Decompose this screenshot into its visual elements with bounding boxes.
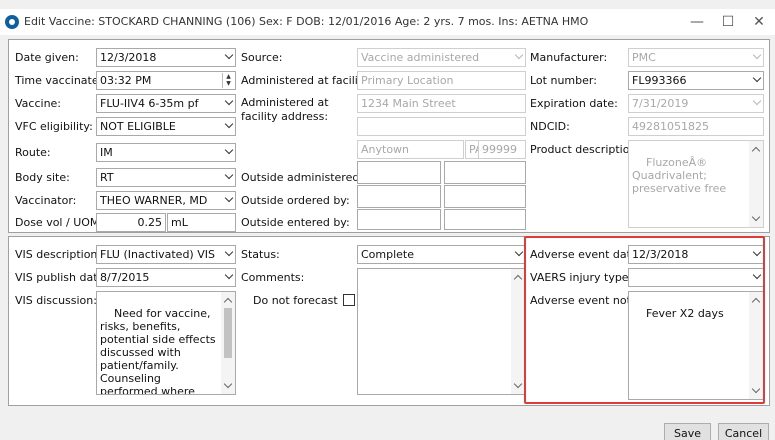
vis-description-dropdown[interactable]: FLU (Inactivated) VIS xyxy=(96,245,236,264)
close-button[interactable]: ✕ xyxy=(745,12,773,32)
source-dropdown[interactable]: Vaccine administered xyxy=(357,48,526,67)
status-dropdown[interactable]: Complete xyxy=(357,245,526,264)
source-label: Source: xyxy=(241,51,283,64)
outside-administered-input-1[interactable] xyxy=(357,161,441,184)
outside-ordered-label: Outside ordered by: xyxy=(241,194,350,207)
maximize-button[interactable]: ☐ xyxy=(714,12,742,32)
status-label: Status: xyxy=(241,248,280,261)
expiration-date-label: Expiration date: xyxy=(530,97,618,110)
administered-facility-input[interactable]: Primary Location xyxy=(357,71,526,90)
comments-label: Comments: xyxy=(241,271,305,284)
window-title: Edit Vaccine: STOCKARD CHANNING (106) Se… xyxy=(24,15,589,28)
facility-zip-input[interactable]: 99999 xyxy=(478,140,526,159)
vis-discussion-scrollbar[interactable] xyxy=(221,292,235,394)
vis-description-label: VIS description: xyxy=(15,248,102,261)
facility-address-line1-input[interactable]: 1234 Main Street xyxy=(357,94,526,113)
title-bar: Edit Vaccine: STOCKARD CHANNING (106) Se… xyxy=(0,9,775,35)
vis-discussion-label: VIS discussion: xyxy=(15,294,97,307)
vfc-eligibility-dropdown[interactable]: NOT ELIGIBLE xyxy=(96,117,236,136)
save-button[interactable]: Save xyxy=(664,423,711,440)
minimize-button[interactable]: — xyxy=(683,12,711,32)
lot-number-dropdown[interactable]: FL993366 xyxy=(628,71,764,90)
app-logo-icon xyxy=(5,15,19,29)
route-dropdown[interactable]: IM xyxy=(96,143,236,162)
body-site-dropdown[interactable]: RT xyxy=(96,168,236,187)
vis-publish-date-dropdown[interactable]: 8/7/2015 xyxy=(96,268,236,287)
vfc-eligibility-label: VFC eligibility: xyxy=(15,120,93,133)
outside-entered-input-2[interactable] xyxy=(444,209,526,230)
outside-administered-input-2[interactable] xyxy=(444,161,526,184)
date-given-label: Date given: xyxy=(15,51,79,64)
outside-ordered-input-2[interactable] xyxy=(444,185,526,208)
facility-city-input[interactable]: Anytown xyxy=(357,140,464,159)
lot-number-label: Lot number: xyxy=(530,74,597,87)
vaccine-label: Vaccine: xyxy=(15,97,62,110)
comments-textarea[interactable] xyxy=(357,268,526,395)
dose-volume-input[interactable]: 0.25 xyxy=(96,213,166,232)
route-label: Route: xyxy=(15,146,51,159)
manufacturer-dropdown[interactable]: PMC xyxy=(628,48,764,67)
facility-address-label: Administered at facility address: xyxy=(241,96,329,123)
comments-scrollbar[interactable] xyxy=(511,269,525,394)
time-spinner-arrows-icon[interactable]: ▲ ▼ xyxy=(222,73,234,88)
dose-label: Dose vol / UOM: xyxy=(15,216,104,229)
date-given-dropdown[interactable]: 12/3/2018 xyxy=(96,48,236,67)
dose-uom-input[interactable]: mL xyxy=(167,213,236,232)
expiration-date-dropdown[interactable]: 7/31/2019 xyxy=(628,94,764,113)
outside-entered-input-1[interactable] xyxy=(357,209,441,230)
ndcid-input[interactable]: 49281051825 xyxy=(628,117,764,136)
cancel-button[interactable]: Cancel xyxy=(718,423,769,440)
vaccinator-label: Vaccinator: xyxy=(15,194,77,207)
manufacturer-label: Manufacturer: xyxy=(530,51,608,64)
time-vaccinated-spinner[interactable]: 03:32 PM ▲ ▼ xyxy=(96,71,236,90)
edit-vaccine-window: Edit Vaccine: STOCKARD CHANNING (106) Se… xyxy=(0,0,775,440)
vis-publish-date-label: VIS publish date: xyxy=(15,271,109,284)
outside-entered-label: Outside entered by: xyxy=(241,216,350,229)
vis-discussion-textarea[interactable]: Need for vaccine, risks, benefits, poten… xyxy=(96,291,236,395)
vaccinator-dropdown[interactable]: THEO WARNER, MD xyxy=(96,191,236,210)
vaccine-dropdown[interactable]: FLU-IIV4 6-35m pf xyxy=(96,94,236,113)
product-description-scrollbar[interactable] xyxy=(749,141,763,227)
do-not-forecast-checkbox[interactable] xyxy=(343,294,355,306)
ndcid-label: NDCID: xyxy=(530,120,570,133)
product-description-label: Product description: xyxy=(530,143,641,156)
body-site-label: Body site: xyxy=(15,171,70,184)
do-not-forecast-label: Do not forecast xyxy=(253,294,338,307)
administered-facility-label: Administered at facility: xyxy=(241,74,372,87)
outside-ordered-input-1[interactable] xyxy=(357,185,441,208)
adverse-event-highlight-box xyxy=(524,236,765,404)
facility-address-line2-input[interactable] xyxy=(357,117,526,136)
product-description-textarea[interactable]: FluzoneÂ® Quadrivalent; preservative fre… xyxy=(628,140,764,228)
